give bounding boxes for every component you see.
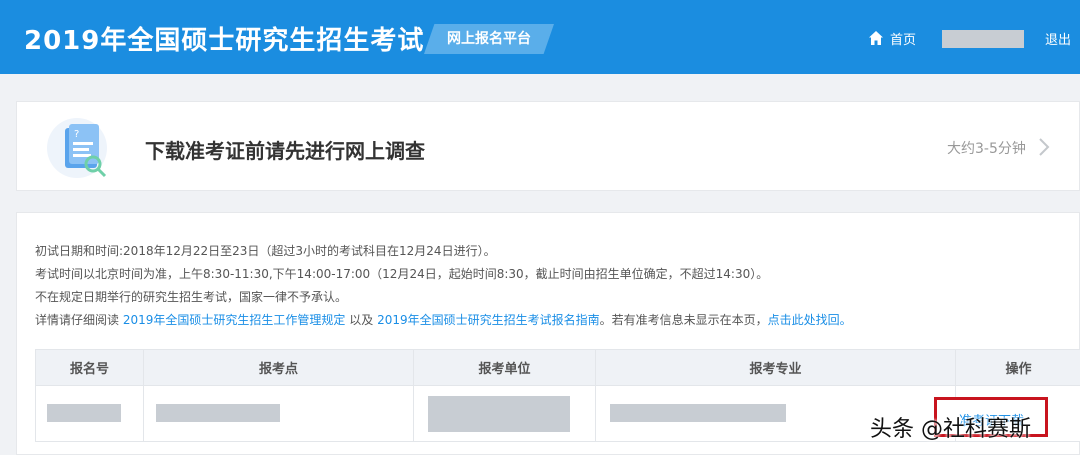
exam-site-redacted: [156, 404, 280, 422]
logout-link[interactable]: 退出: [1045, 29, 1071, 48]
col-header-action: 操作: [955, 349, 1080, 386]
chevron-right-icon[interactable]: [1037, 136, 1051, 158]
exam-notice: 初试日期和时间:2018年12月22日至23日（超过3小时的考试科目在12月24…: [35, 240, 1065, 332]
notice-line-4-mid: 以及: [349, 313, 374, 327]
cell-exam-site: [143, 385, 414, 442]
home-icon: [869, 31, 883, 45]
notice-line-2: 考试时间以北京时间为准，上午8:30-11:30,下午14:00-17:00（1…: [35, 267, 769, 281]
survey-card[interactable]: ? 下载准考证前请先进行网上调查 大约3-5分钟: [16, 101, 1080, 191]
notice-line-3: 不在规定日期举行的研究生招生考试，国家一律不予承认。: [35, 290, 348, 304]
notice-line-4-prefix: 详情请仔细阅读: [35, 313, 120, 327]
rules-link[interactable]: 2019年全国硕士研究生招生工作管理规定: [123, 313, 346, 327]
table-header-row: 报名号 报考点 报考单位 报考专业 操作: [35, 349, 1080, 386]
registration-no-redacted: [47, 404, 121, 422]
home-link[interactable]: 首页: [868, 28, 916, 48]
col-header-registration-no: 报名号: [35, 349, 144, 386]
institution-redacted: [428, 396, 570, 432]
platform-tag: 网上报名平台: [424, 24, 554, 54]
recover-link[interactable]: 点击此处找回。: [768, 313, 852, 327]
notice-line-1: 初试日期和时间:2018年12月22日至23日（超过3小时的考试科目在12月24…: [35, 244, 496, 258]
app-title: 2019年全国硕士研究生招生考试: [24, 26, 425, 56]
cell-institution: [413, 385, 596, 442]
cell-registration-no: [35, 385, 144, 442]
survey-document-icon: ?: [47, 118, 107, 178]
col-header-exam-site: 报考点: [143, 349, 414, 386]
top-header: 2019年全国硕士研究生招生考试 网上报名平台 首页 退出: [0, 0, 1080, 74]
notice-line-4-suffix: 。若有准考信息未显示在本页，: [599, 313, 768, 327]
notice-line-4: 详情请仔细阅读 2019年全国硕士研究生招生工作管理规定 以及 2019年全国硕…: [35, 309, 1065, 332]
col-header-institution: 报考单位: [413, 349, 596, 386]
guide-link[interactable]: 2019年全国硕士研究生招生考试报名指南: [377, 313, 600, 327]
svg-text:?: ?: [74, 129, 79, 140]
survey-duration: 大约3-5分钟: [947, 141, 1026, 157]
platform-tag-label: 网上报名平台: [447, 31, 531, 47]
col-header-major: 报考专业: [595, 349, 956, 386]
username-redacted: [942, 30, 1024, 48]
home-link-label: 首页: [890, 32, 917, 48]
survey-title: 下载准考证前请先进行网上调查: [145, 139, 425, 163]
watermark: 头条 @社科赛斯: [870, 417, 1031, 442]
major-redacted: [610, 404, 786, 422]
